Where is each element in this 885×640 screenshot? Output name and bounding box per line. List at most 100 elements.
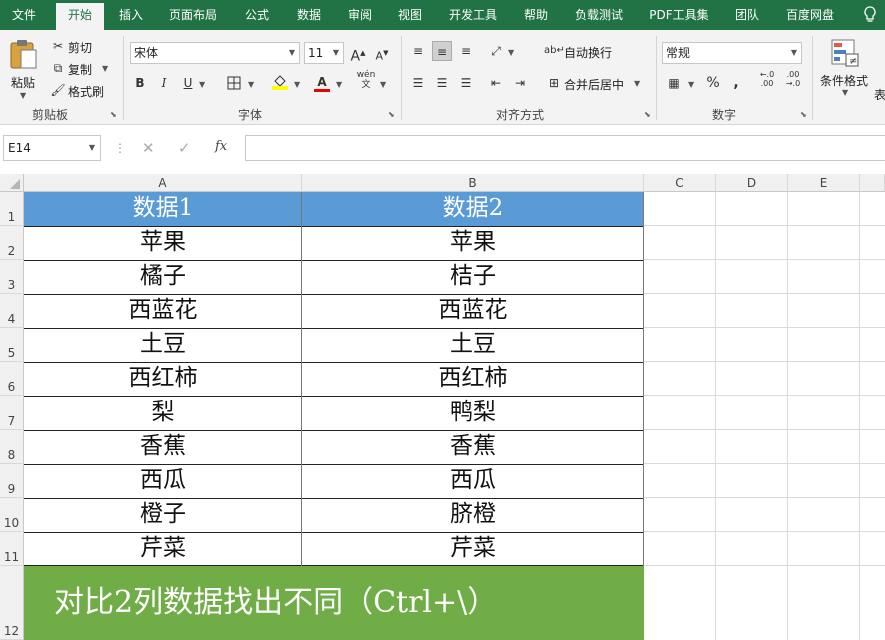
cancel-icon[interactable]: ✕ [142,139,155,157]
header-cell-a1[interactable]: 数据1 [24,192,302,226]
row-header[interactable]: 12 [0,566,24,640]
orientation-icon[interactable]: ⤢ [486,41,506,61]
cell-a10[interactable]: 橙子 [24,498,302,532]
tab-pdf-tools[interactable]: PDF工具集 [643,0,715,30]
conditional-format-button[interactable]: ≠ 条件格式 ▼ [818,36,874,102]
row-header[interactable]: 2 [0,226,24,260]
font-name-combo[interactable]: 宋体 ▼ [130,42,300,64]
dialog-launcher-icon[interactable]: ⬊ [800,110,807,119]
chevron-down-icon[interactable]: ▼ [248,80,254,89]
cell-b6[interactable]: 西红柿 [302,362,644,396]
tab-view[interactable]: 视图 [387,0,433,30]
shrink-font-button[interactable]: A▼ [372,43,392,63]
column-header-e[interactable]: E [788,174,860,192]
decrease-indent-icon[interactable]: ⇤ [486,73,506,93]
cell-a5[interactable]: 土豆 [24,328,302,362]
column-header-f[interactable] [860,174,885,192]
cell-a6[interactable]: 西红柿 [24,362,302,396]
tab-data[interactable]: 数据 [286,0,332,30]
insert-function-icon[interactable]: fx [215,139,227,154]
header-cell-b1[interactable]: 数据2 [302,192,644,226]
row-header[interactable]: 4 [0,294,24,328]
tab-load-test[interactable]: 负载测试 [566,0,632,30]
increase-decimal-icon[interactable]: ←.0 .00 [756,70,778,90]
cell-a11[interactable]: 芹菜 [24,532,302,566]
align-middle-icon[interactable]: ≡ [432,41,452,61]
row-header[interactable]: 11 [0,532,24,566]
decrease-decimal-icon[interactable]: .00 →.0 [782,70,804,90]
bold-button[interactable]: B [130,73,150,93]
cell-b3[interactable]: 桔子 [302,260,644,294]
font-size-combo[interactable]: 11 ▼ [304,42,344,64]
grow-font-button[interactable]: A▲ [348,43,368,65]
cell-a7[interactable]: 梨 [24,396,302,430]
cell-a9[interactable]: 西瓜 [24,464,302,498]
chevron-down-icon[interactable]: ▼ [508,48,514,57]
lightbulb-icon[interactable] [856,0,884,30]
row-header[interactable]: 8 [0,430,24,464]
column-header-b[interactable]: B [302,174,644,192]
align-left-icon[interactable]: ☰ [408,73,428,93]
tab-home[interactable]: 开始 [56,3,104,30]
align-center-icon[interactable]: ☰ [432,73,452,93]
cell-a2[interactable]: 苹果 [24,226,302,260]
cell-a4[interactable]: 西蓝花 [24,294,302,328]
chevron-down-icon[interactable]: ▼ [294,80,300,89]
name-box[interactable]: E14 ▼ [3,135,101,161]
increase-indent-icon[interactable]: ⇥ [510,73,530,93]
font-color-icon[interactable]: A [312,72,332,92]
italic-button[interactable]: I [154,73,174,93]
row-header[interactable]: 5 [0,328,24,362]
format-painter-button[interactable]: 🖌 格式刷 [48,80,112,100]
fill-color-icon[interactable] [270,72,290,92]
tab-page-layout[interactable]: 页面布局 [160,0,226,30]
number-format-combo[interactable]: 常规 ▼ [662,42,802,64]
row-header[interactable]: 3 [0,260,24,294]
cut-button[interactable]: ✂ 剪切 [48,36,108,56]
column-header-d[interactable]: D [716,174,788,192]
dialog-launcher-icon[interactable]: ⬊ [644,110,651,119]
row-header[interactable]: 1 [0,192,24,226]
align-bottom-icon[interactable]: ≡ [456,41,476,61]
phonetic-guide-icon[interactable]: wén 文 [356,70,376,90]
enter-icon[interactable]: ✓ [178,139,191,157]
dialog-launcher-icon[interactable]: ⬊ [388,110,395,119]
tab-formulas[interactable]: 公式 [234,0,280,30]
copy-button[interactable]: ⧉ 复制 ▼ [48,58,112,78]
chevron-down-icon[interactable]: ▼ [688,80,694,89]
merge-center-button[interactable]: ⊞ 合并后居中 ▼ [544,73,648,93]
chevron-down-icon[interactable]: ▼ [380,80,386,89]
row-header[interactable]: 10 [0,498,24,532]
cell-b2[interactable]: 苹果 [302,226,644,260]
cell-b7[interactable]: 鸭梨 [302,396,644,430]
tab-baidu-netdisk[interactable]: 百度网盘 [777,0,843,30]
accounting-format-icon[interactable]: ▦ [664,73,684,93]
tab-team[interactable]: 团队 [724,0,770,30]
row-header[interactable]: 6 [0,362,24,396]
column-header-a[interactable]: A [24,174,302,192]
tab-insert[interactable]: 插入 [108,0,154,30]
tab-developer[interactable]: 开发工具 [440,0,506,30]
cell-b4[interactable]: 西蓝花 [302,294,644,328]
chevron-down-icon[interactable]: ▼ [336,80,342,89]
paste-button[interactable]: 粘贴 ▼ [6,36,42,100]
comma-button[interactable]: , [726,73,746,93]
borders-icon[interactable] [224,73,244,93]
cell-a8[interactable]: 香蕉 [24,430,302,464]
format-as-table-label[interactable]: 表 [874,86,885,103]
more-icon[interactable]: ⋮ [114,141,126,155]
cell-a3[interactable]: 橘子 [24,260,302,294]
select-all-corner[interactable] [0,174,24,192]
cell-b8[interactable]: 香蕉 [302,430,644,464]
cell-b5[interactable]: 土豆 [302,328,644,362]
column-header-c[interactable]: C [644,174,716,192]
tab-help[interactable]: 帮助 [513,0,559,30]
formula-input[interactable] [245,135,885,161]
underline-button[interactable]: U [178,73,198,93]
row-header[interactable]: 7 [0,396,24,430]
cell-b11[interactable]: 芹菜 [302,532,644,566]
percent-button[interactable]: % [703,73,723,93]
cell-b10[interactable]: 脐橙 [302,498,644,532]
tab-file[interactable]: 文件 [0,0,48,30]
align-right-icon[interactable]: ☰ [456,73,476,93]
